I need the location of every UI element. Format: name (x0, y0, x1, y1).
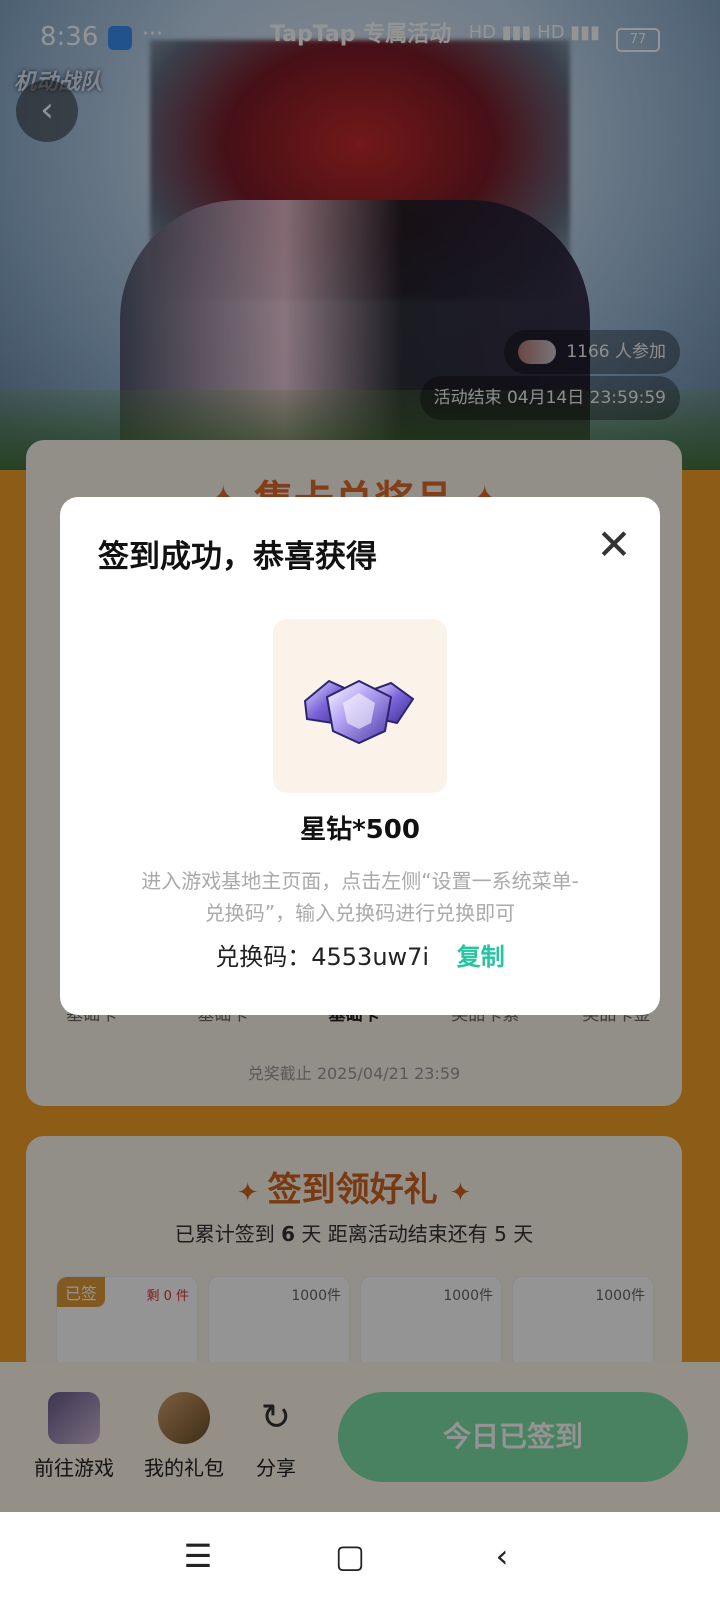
redeem-code: 兑换码：4553uw7i (215, 943, 430, 971)
instructions-line1: 进入游戏基地主页面，点击左侧“设置一系统菜单- (141, 869, 579, 893)
star-diamond-icon (303, 679, 415, 745)
dialog-title: 签到成功，恭喜获得 (98, 539, 377, 575)
copy-button[interactable]: 复制 (457, 943, 505, 971)
close-icon[interactable]: ✕ (592, 524, 636, 569)
back-icon[interactable]: ‹ (472, 1532, 532, 1580)
redeem-instructions: 进入游戏基地主页面，点击左侧“设置一系统菜单- 兑换码”，输入兑换码进行兑换即可 (100, 865, 620, 929)
menu-icon[interactable]: ☰ (168, 1532, 228, 1580)
redeem-code-row: 兑换码：4553uw7i 复制 (60, 937, 660, 972)
reward-image-box (273, 619, 447, 793)
instructions-line2: 兑换码”，输入兑换码进行兑换即可 (204, 901, 516, 925)
reward-name: 星钻*500 (300, 815, 420, 845)
checkin-success-dialog: 签到成功，恭喜获得 ✕ 星钻*500 进入游戏基地主页面，点击左侧“设置一系统菜… (60, 497, 660, 1015)
system-navigation-bar: ☰ ▢ ‹ (0, 1512, 720, 1600)
home-icon[interactable]: ▢ (320, 1532, 380, 1580)
